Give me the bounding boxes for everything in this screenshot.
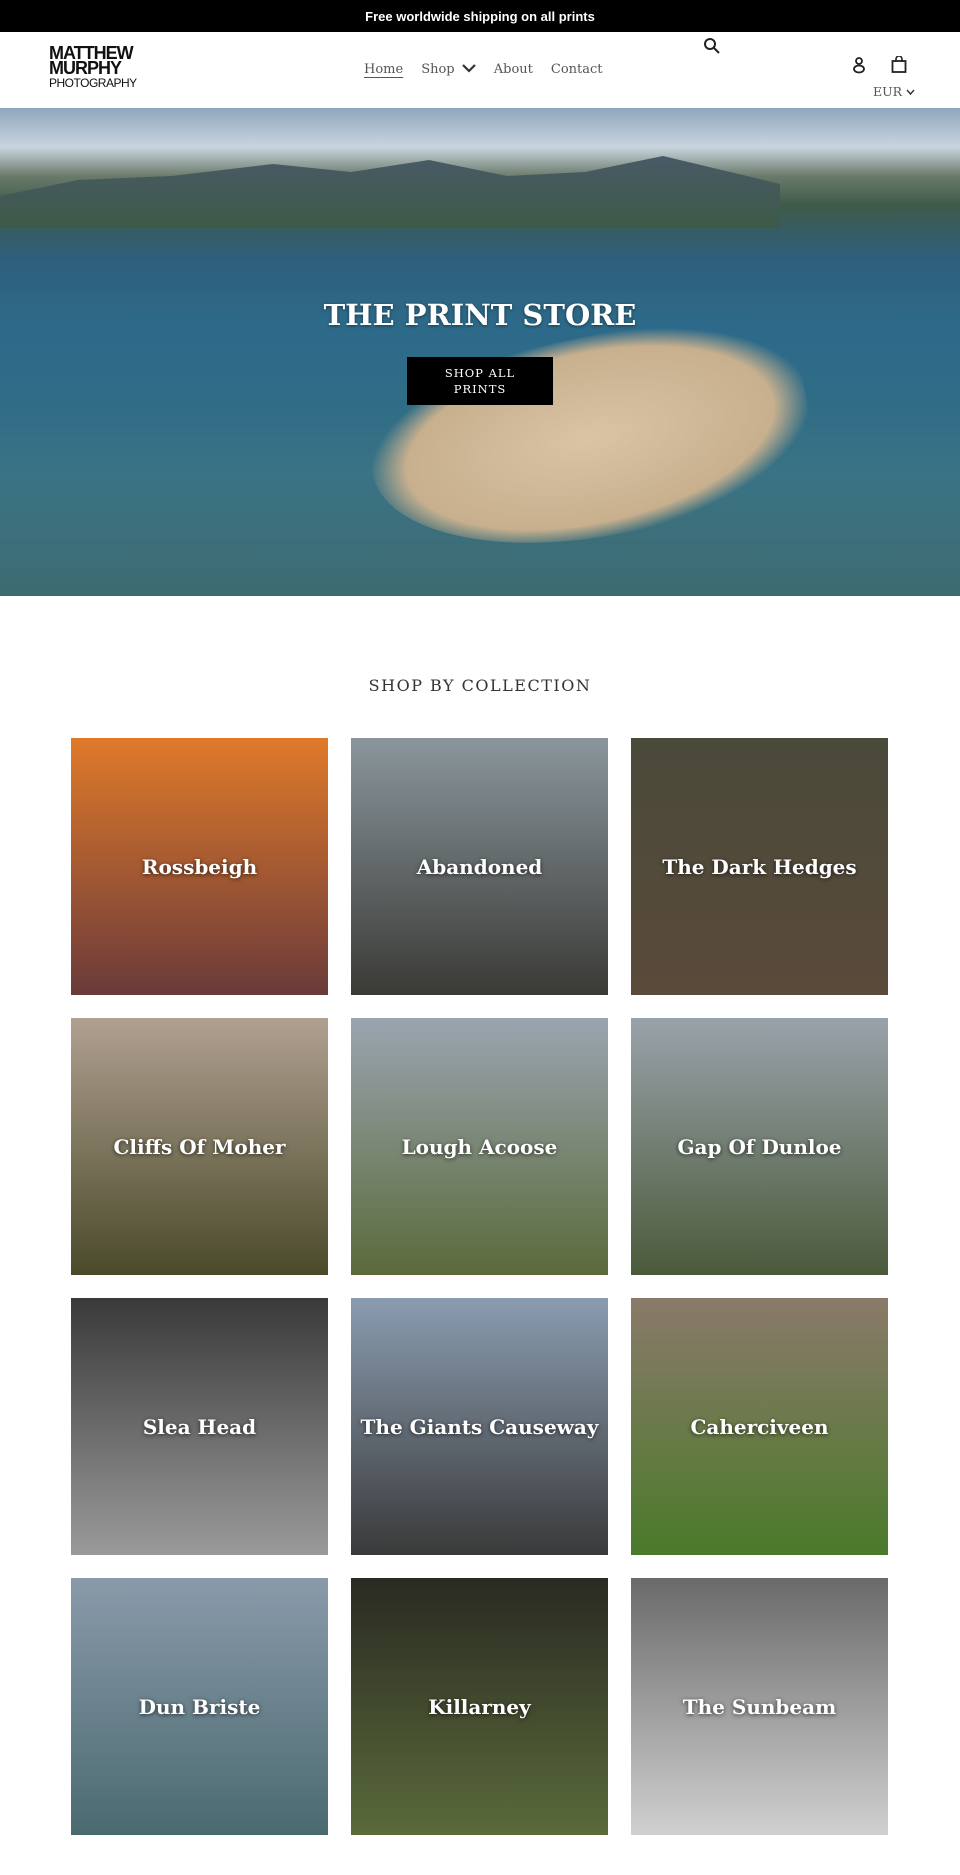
collection-title: Abandoned: [416, 854, 543, 879]
collection-tile[interactable]: Rossbeigh: [71, 738, 328, 995]
collection-title: Dun Briste: [138, 1694, 261, 1719]
logo[interactable]: MATTHEW MURPHY PHOTOGRAPHY: [49, 44, 137, 91]
collection-title: Caherciveen: [690, 1414, 829, 1439]
collection-tile[interactable]: Abandoned: [351, 738, 608, 995]
collection-title: Cliffs Of Moher: [113, 1134, 286, 1159]
collection-tile[interactable]: Slea Head: [71, 1298, 328, 1555]
announcement-bar: Free worldwide shipping on all prints: [0, 0, 960, 32]
currency-label: EUR: [873, 84, 903, 99]
hero-beach: [354, 294, 826, 582]
logo-line: PHOTOGRAPHY: [49, 76, 137, 90]
site-header: MATTHEW MURPHY PHOTOGRAPHY Home Shop Abo…: [0, 32, 960, 108]
hero-title: THE PRINT STORE: [323, 298, 637, 332]
collection-title: Lough Acoose: [401, 1134, 558, 1159]
nav-contact[interactable]: Contact: [551, 62, 603, 77]
nav-home[interactable]: Home: [364, 62, 403, 77]
main-nav: Home Shop About Contact: [364, 62, 603, 77]
cart-icon[interactable]: [891, 56, 907, 74]
section-title: SHOP BY COLLECTION: [368, 676, 592, 695]
collection-tile[interactable]: Dun Briste: [71, 1578, 328, 1835]
collection-title: Gap Of Dunloe: [677, 1134, 842, 1159]
collection-title: The Sunbeam: [682, 1694, 837, 1719]
collection-title: Rossbeigh: [141, 854, 258, 879]
collection-tile[interactable]: Cliffs Of Moher: [71, 1018, 328, 1275]
button-label: SHOP ALL PRINTS: [444, 366, 516, 396]
collection-title: The Dark Hedges: [662, 854, 857, 879]
collection-tile[interactable]: Killarney: [351, 1578, 608, 1835]
search-icon[interactable]: [703, 37, 721, 55]
collection-tile[interactable]: Gap Of Dunloe: [631, 1018, 888, 1275]
nav-shop-label: Shop: [421, 62, 455, 77]
collection-tile[interactable]: Lough Acoose: [351, 1018, 608, 1275]
collection-tile[interactable]: The Sunbeam: [631, 1578, 888, 1835]
user-icon[interactable]: [852, 56, 866, 74]
hero-mountains: [0, 156, 780, 228]
hero-banner: THE PRINT STORE SHOP ALL PRINTS: [0, 108, 960, 596]
collection-tile[interactable]: The Dark Hedges: [631, 738, 888, 995]
collection-tile[interactable]: Caherciveen: [631, 1298, 888, 1555]
nav-about[interactable]: About: [494, 62, 533, 77]
collection-title: The Giants Causeway: [360, 1414, 599, 1439]
chevron-down-icon: [906, 89, 915, 96]
collection-tile[interactable]: The Giants Causeway: [351, 1298, 608, 1555]
chevron-down-icon: [461, 64, 476, 73]
collection-title: Killarney: [428, 1694, 531, 1719]
currency-selector[interactable]: EUR: [873, 84, 915, 99]
collection-grid: Rossbeigh Abandoned The Dark Hedges Cliffs …: [71, 738, 888, 1835]
shop-all-prints-button[interactable]: SHOP ALL PRINTS: [407, 357, 553, 405]
collection-title: Slea Head: [142, 1414, 257, 1439]
announcement-text: Free worldwide shipping on all prints: [365, 8, 595, 24]
nav-shop[interactable]: Shop: [421, 62, 476, 77]
logo-line: MURPHY: [49, 58, 122, 78]
